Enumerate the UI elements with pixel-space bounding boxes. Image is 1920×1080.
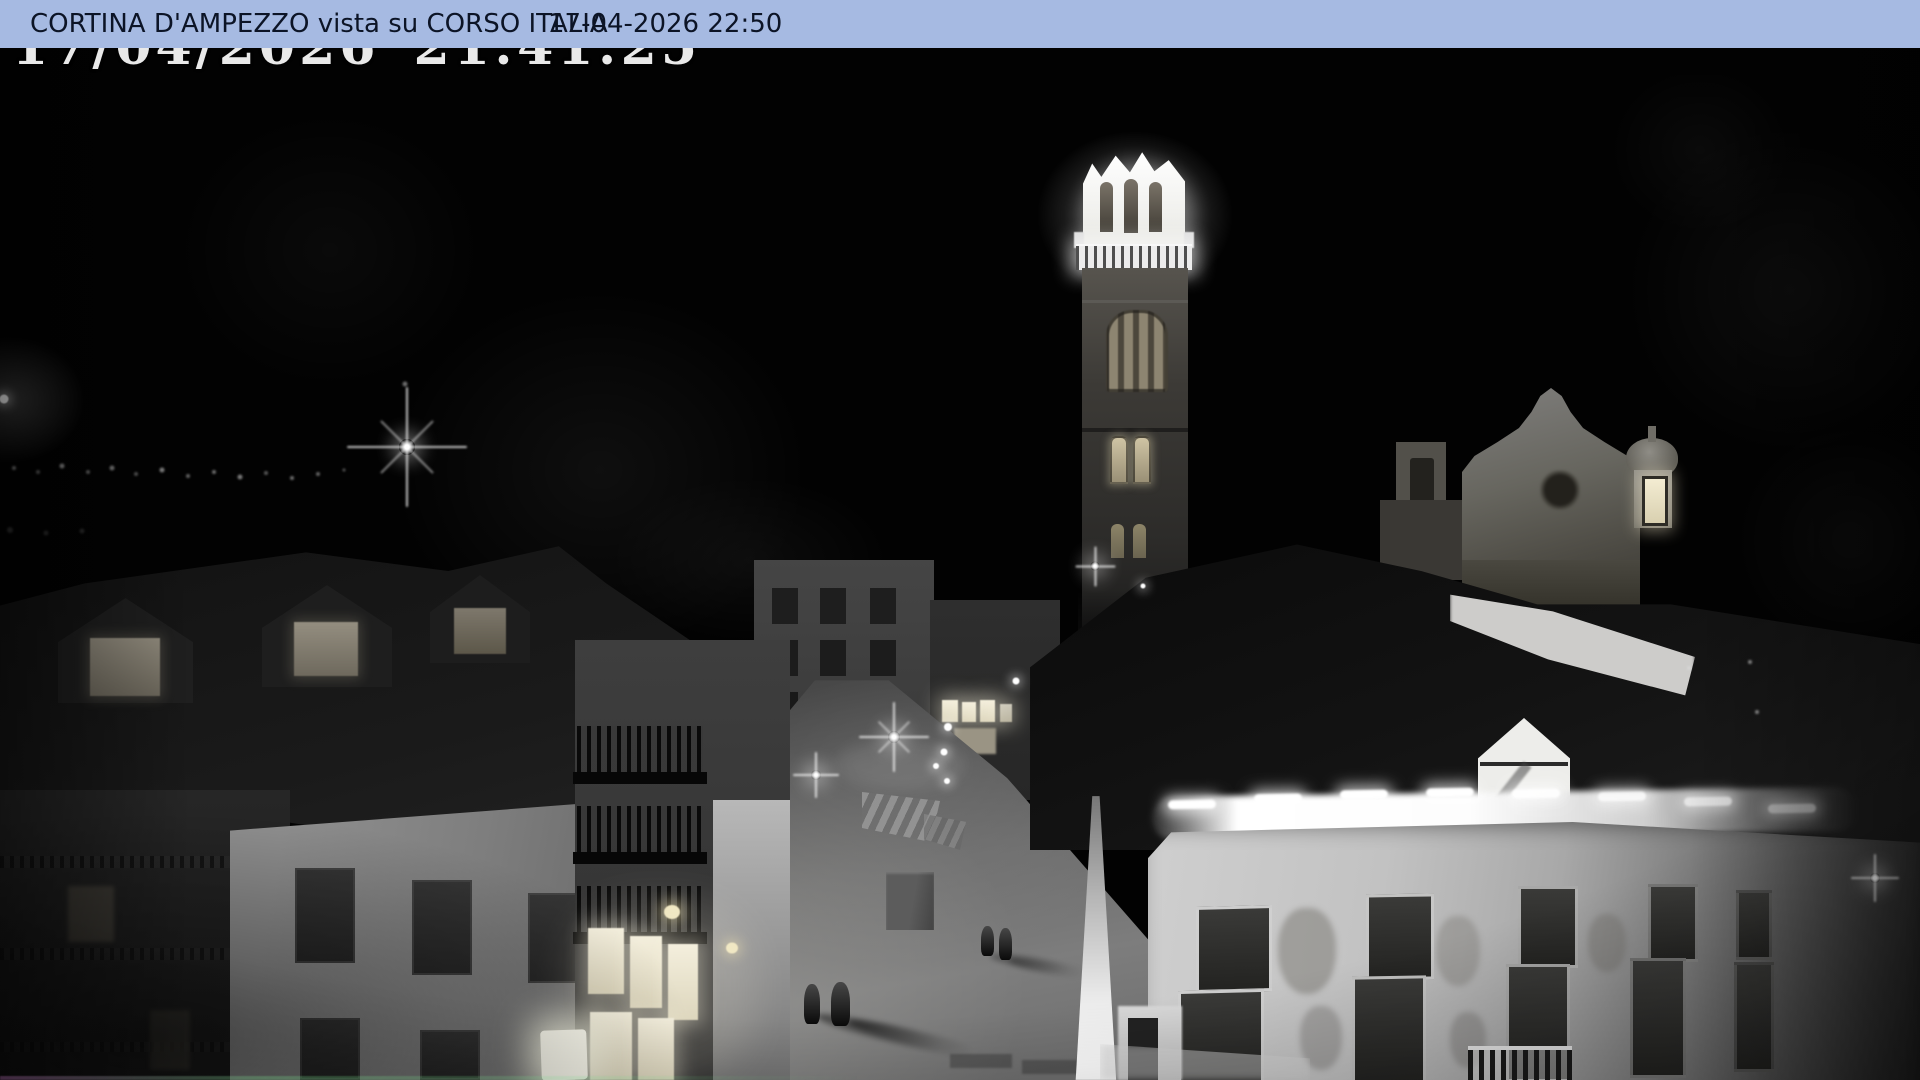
webcam-photo bbox=[0, 0, 1920, 1080]
street-lamp-flare bbox=[380, 420, 434, 474]
caption-title: CORTINA D'AMPEZZO vista su CORSO ITALIA bbox=[30, 9, 608, 39]
webcam-frame: 17/04/2026 21:41:25 CORTINA D'AMPEZZO vi… bbox=[0, 0, 1920, 1080]
caption-datetime: 17-04-2026 22:50 bbox=[548, 9, 783, 39]
light-dot bbox=[1687, 666, 1691, 670]
corner-light bbox=[0, 394, 9, 404]
street-lamp bbox=[944, 778, 950, 784]
light-dot bbox=[1755, 710, 1759, 714]
light-dot bbox=[1748, 660, 1752, 664]
sensor-scanline bbox=[0, 1076, 860, 1080]
street-lamp bbox=[1012, 677, 1020, 685]
street-lamp bbox=[1140, 583, 1146, 589]
street-lamp-flare bbox=[1870, 873, 1880, 883]
street-lamp bbox=[933, 763, 939, 769]
street-lamp bbox=[940, 748, 948, 756]
street-lamp bbox=[944, 723, 952, 731]
caption-bar: CORTINA D'AMPEZZO vista su CORSO ITALIA … bbox=[0, 0, 1920, 48]
street-lamp-flare bbox=[811, 770, 821, 780]
street-lamp-flare bbox=[1090, 561, 1100, 571]
street-lamp-flare bbox=[877, 720, 911, 754]
lights-layer bbox=[0, 0, 1920, 1080]
